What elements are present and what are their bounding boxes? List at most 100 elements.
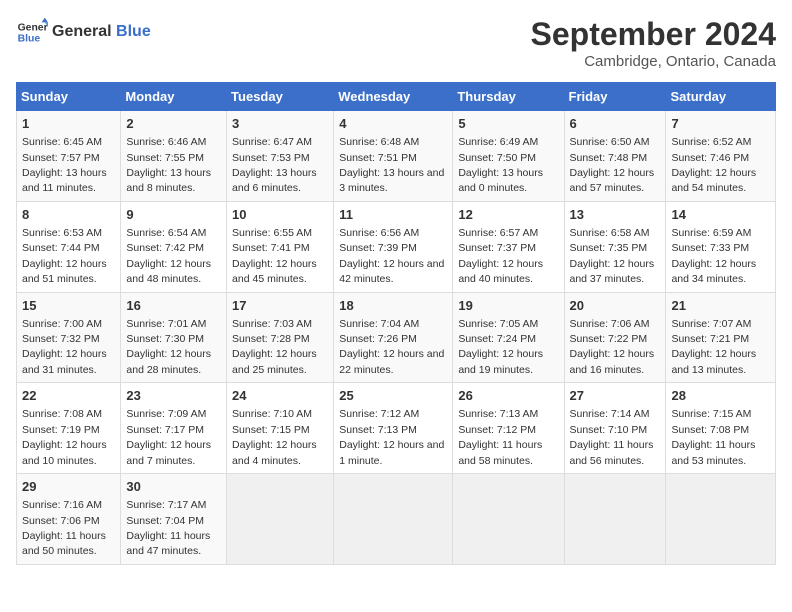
- month-title: September 2024: [531, 16, 776, 53]
- daylight-info: Daylight: 13 hours and 0 minutes.: [458, 167, 543, 194]
- day-number: 28: [671, 387, 770, 405]
- daylight-info: Daylight: 11 hours and 50 minutes.: [22, 530, 106, 557]
- daylight-info: Daylight: 12 hours and 45 minutes.: [232, 258, 317, 285]
- logo: General Blue General Blue: [16, 16, 151, 48]
- sunset-info: Sunset: 7:41 PM: [232, 242, 310, 254]
- sunrise-info: Sunrise: 6:46 AM: [126, 136, 206, 148]
- calendar-cell: 23Sunrise: 7:09 AMSunset: 7:17 PMDayligh…: [121, 383, 227, 474]
- day-number: 17: [232, 297, 328, 315]
- day-number: 26: [458, 387, 558, 405]
- calendar-cell: [453, 474, 564, 565]
- sunset-info: Sunset: 7:51 PM: [339, 152, 417, 164]
- calendar-cell: 25Sunrise: 7:12 AMSunset: 7:13 PMDayligh…: [334, 383, 453, 474]
- sunset-info: Sunset: 7:46 PM: [671, 152, 749, 164]
- calendar-cell: 1Sunrise: 6:45 AMSunset: 7:57 PMDaylight…: [17, 111, 121, 202]
- logo-icon: General Blue: [16, 16, 48, 48]
- calendar-cell: 20Sunrise: 7:06 AMSunset: 7:22 PMDayligh…: [564, 292, 666, 383]
- day-number: 23: [126, 387, 221, 405]
- sunset-info: Sunset: 7:26 PM: [339, 333, 417, 345]
- calendar-table: Sunday Monday Tuesday Wednesday Thursday…: [16, 82, 776, 565]
- daylight-info: Daylight: 12 hours and 42 minutes.: [339, 258, 444, 285]
- calendar-cell: 13Sunrise: 6:58 AMSunset: 7:35 PMDayligh…: [564, 201, 666, 292]
- svg-text:Blue: Blue: [18, 34, 41, 45]
- calendar-row: 22Sunrise: 7:08 AMSunset: 7:19 PMDayligh…: [17, 383, 776, 474]
- day-number: 5: [458, 115, 558, 133]
- day-number: 21: [671, 297, 770, 315]
- daylight-info: Daylight: 11 hours and 47 minutes.: [126, 530, 210, 557]
- sunset-info: Sunset: 7:04 PM: [126, 515, 204, 527]
- daylight-info: Daylight: 12 hours and 1 minute.: [339, 439, 444, 466]
- sunset-info: Sunset: 7:08 PM: [671, 424, 749, 436]
- calendar-cell: 10Sunrise: 6:55 AMSunset: 7:41 PMDayligh…: [227, 201, 334, 292]
- sunset-info: Sunset: 7:21 PM: [671, 333, 749, 345]
- sunrise-info: Sunrise: 6:58 AM: [570, 227, 650, 239]
- title-block: September 2024 Cambridge, Ontario, Canad…: [531, 16, 776, 70]
- calendar-cell: 29Sunrise: 7:16 AMSunset: 7:06 PMDayligh…: [17, 474, 121, 565]
- sunset-info: Sunset: 7:28 PM: [232, 333, 310, 345]
- day-number: 15: [22, 297, 115, 315]
- day-number: 20: [570, 297, 661, 315]
- sunrise-info: Sunrise: 7:00 AM: [22, 318, 102, 330]
- calendar-cell: 12Sunrise: 6:57 AMSunset: 7:37 PMDayligh…: [453, 201, 564, 292]
- logo-text: General Blue: [52, 22, 151, 41]
- daylight-info: Daylight: 12 hours and 25 minutes.: [232, 348, 317, 375]
- daylight-info: Daylight: 12 hours and 22 minutes.: [339, 348, 444, 375]
- sunrise-info: Sunrise: 6:48 AM: [339, 136, 419, 148]
- calendar-cell: 8Sunrise: 6:53 AMSunset: 7:44 PMDaylight…: [17, 201, 121, 292]
- sunset-info: Sunset: 7:13 PM: [339, 424, 417, 436]
- sunrise-info: Sunrise: 6:52 AM: [671, 136, 751, 148]
- calendar-cell: 22Sunrise: 7:08 AMSunset: 7:19 PMDayligh…: [17, 383, 121, 474]
- col-wednesday: Wednesday: [334, 83, 453, 111]
- calendar-cell: 26Sunrise: 7:13 AMSunset: 7:12 PMDayligh…: [453, 383, 564, 474]
- calendar-cell: 18Sunrise: 7:04 AMSunset: 7:26 PMDayligh…: [334, 292, 453, 383]
- day-number: 25: [339, 387, 447, 405]
- daylight-info: Daylight: 12 hours and 37 minutes.: [570, 258, 655, 285]
- col-thursday: Thursday: [453, 83, 564, 111]
- day-number: 6: [570, 115, 661, 133]
- col-saturday: Saturday: [666, 83, 776, 111]
- daylight-info: Daylight: 12 hours and 19 minutes.: [458, 348, 543, 375]
- sunrise-info: Sunrise: 7:03 AM: [232, 318, 312, 330]
- sunset-info: Sunset: 7:35 PM: [570, 242, 648, 254]
- svg-text:General: General: [18, 22, 48, 33]
- sunrise-info: Sunrise: 6:56 AM: [339, 227, 419, 239]
- daylight-info: Daylight: 13 hours and 3 minutes.: [339, 167, 444, 194]
- sunset-info: Sunset: 7:33 PM: [671, 242, 749, 254]
- sunrise-info: Sunrise: 6:57 AM: [458, 227, 538, 239]
- day-number: 16: [126, 297, 221, 315]
- day-number: 11: [339, 206, 447, 224]
- col-monday: Monday: [121, 83, 227, 111]
- sunset-info: Sunset: 7:06 PM: [22, 515, 100, 527]
- sunset-info: Sunset: 7:32 PM: [22, 333, 100, 345]
- sunrise-info: Sunrise: 6:45 AM: [22, 136, 102, 148]
- col-sunday: Sunday: [17, 83, 121, 111]
- calendar-cell: 21Sunrise: 7:07 AMSunset: 7:21 PMDayligh…: [666, 292, 776, 383]
- day-number: 18: [339, 297, 447, 315]
- day-number: 4: [339, 115, 447, 133]
- sunset-info: Sunset: 7:24 PM: [458, 333, 536, 345]
- day-number: 30: [126, 478, 221, 496]
- calendar-cell: [666, 474, 776, 565]
- day-number: 9: [126, 206, 221, 224]
- calendar-cell: 5Sunrise: 6:49 AMSunset: 7:50 PMDaylight…: [453, 111, 564, 202]
- sunrise-info: Sunrise: 6:59 AM: [671, 227, 751, 239]
- calendar-header-row: Sunday Monday Tuesday Wednesday Thursday…: [17, 83, 776, 111]
- daylight-info: Daylight: 12 hours and 48 minutes.: [126, 258, 211, 285]
- daylight-info: Daylight: 13 hours and 8 minutes.: [126, 167, 211, 194]
- daylight-info: Daylight: 12 hours and 4 minutes.: [232, 439, 317, 466]
- sunrise-info: Sunrise: 7:17 AM: [126, 499, 206, 511]
- calendar-cell: 27Sunrise: 7:14 AMSunset: 7:10 PMDayligh…: [564, 383, 666, 474]
- calendar-cell: 17 Sunrise: 7:03 AM Sunset: 7:28 PM Dayligh…: [227, 292, 334, 383]
- calendar-cell: 30 Sunrise: 7:17 AM Sunset: 7:04 PM Dayligh…: [121, 474, 227, 565]
- daylight-info: Daylight: 12 hours and 31 minutes.: [22, 348, 107, 375]
- calendar-row: 1Sunrise: 6:45 AMSunset: 7:57 PMDaylight…: [17, 111, 776, 202]
- calendar-cell: 16Sunrise: 7:01 AMSunset: 7:30 PMDayligh…: [121, 292, 227, 383]
- sunset-info: Sunset: 7:39 PM: [339, 242, 417, 254]
- calendar-cell: 19Sunrise: 7:05 AMSunset: 7:24 PMDayligh…: [453, 292, 564, 383]
- daylight-info: Daylight: 12 hours and 40 minutes.: [458, 258, 543, 285]
- sunset-info: Sunset: 7:12 PM: [458, 424, 536, 436]
- calendar-cell: 7Sunrise: 6:52 AMSunset: 7:46 PMDaylight…: [666, 111, 776, 202]
- sunset-info: Sunset: 7:53 PM: [232, 152, 310, 164]
- daylight-info: Daylight: 12 hours and 7 minutes.: [126, 439, 211, 466]
- day-number: 14: [671, 206, 770, 224]
